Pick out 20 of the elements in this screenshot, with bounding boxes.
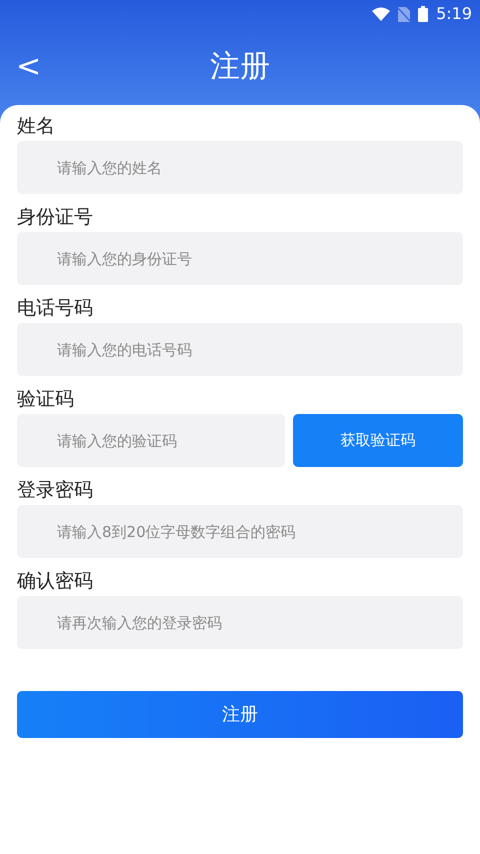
field-label: 身份证号	[17, 205, 93, 230]
input-field[interactable]: 请输入8到20位字母数字组合的密码	[17, 505, 463, 558]
input-field[interactable]: 请输入您的验证码	[17, 414, 285, 467]
field-label: 确认密码	[17, 569, 93, 594]
wifi-icon	[372, 7, 390, 21]
field-label: 姓名	[17, 114, 55, 139]
input-field[interactable]: 请输入您的身份证号	[17, 232, 463, 285]
page-title: 注册	[210, 52, 270, 82]
field-label: 验证码	[17, 387, 74, 412]
status-time: 5:19	[436, 3, 472, 25]
back-button[interactable]: <	[10, 50, 48, 84]
input-field[interactable]: 请再次输入您的登录密码	[17, 596, 463, 649]
field-label: 电话号码	[17, 296, 93, 321]
field-label: 登录密码	[17, 478, 93, 503]
battery-icon	[418, 6, 428, 22]
input-field[interactable]: 请输入您的姓名	[17, 141, 463, 194]
input-field[interactable]: 请输入您的电话号码	[17, 323, 463, 376]
get-code-button[interactable]: 获取验证码	[293, 414, 463, 467]
no-sim-icon	[398, 6, 410, 22]
register-button[interactable]: 注册	[17, 691, 463, 738]
